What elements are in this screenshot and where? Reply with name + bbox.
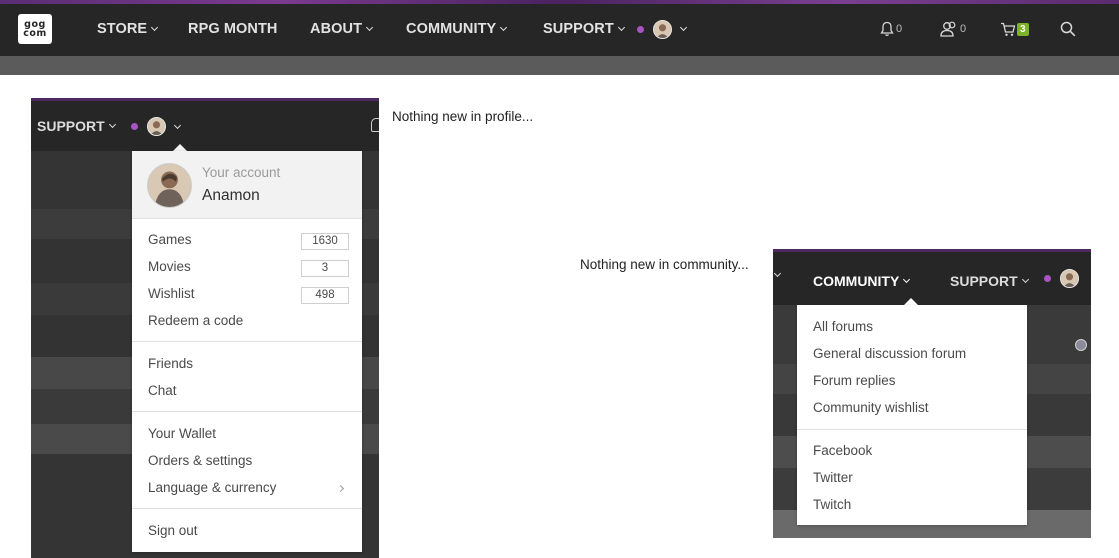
nav-support[interactable]: SUPPORT	[950, 273, 1029, 289]
account-label: Your account	[202, 165, 281, 180]
menu-item-wishlist[interactable]: Wishlist	[148, 286, 195, 301]
nav-support-label: SUPPORT	[950, 273, 1018, 289]
menu-item-sign-out[interactable]: Sign out	[148, 523, 198, 538]
chevron-down-icon	[773, 269, 782, 278]
community-status-note: Nothing new in community...	[580, 257, 749, 272]
nav-community-label: COMMUNITY	[406, 21, 497, 37]
username: Anamon	[202, 187, 260, 204]
menu-item-general-discussion[interactable]: General discussion forum	[813, 346, 966, 361]
nav-account[interactable]	[131, 117, 182, 136]
nav-support[interactable]: SUPPORT	[37, 118, 116, 134]
notifications-count: 0	[896, 23, 903, 35]
nav-support[interactable]: SUPPORT	[543, 20, 625, 38]
search-button[interactable]	[1060, 20, 1076, 38]
chevron-down-icon	[173, 121, 182, 129]
nav-store[interactable]: STORE	[97, 20, 159, 38]
chevron-down-icon	[617, 23, 625, 32]
menu-item-twitter[interactable]: Twitter	[813, 470, 853, 485]
top-navigation-bar: gog com STORE RPG MONTH ABOUT COMMUNITY …	[0, 0, 1119, 56]
nav-about[interactable]: ABOUT	[310, 20, 374, 38]
menu-divider	[132, 508, 362, 509]
notifications-button[interactable]: 0	[880, 20, 902, 38]
new-activity-dot-icon	[131, 123, 138, 130]
chevron-right-icon	[336, 484, 345, 493]
logo-text-bottom: com	[23, 28, 47, 39]
nav-rpg-month-label: RPG MONTH	[188, 21, 278, 37]
cart-count-badge: 3	[1017, 22, 1029, 36]
menu-item-facebook[interactable]: Facebook	[813, 443, 872, 458]
bell-icon	[880, 21, 894, 37]
profile-menu-preview: SUPPORT Your account Anamon Games 1630 M…	[31, 98, 379, 558]
cart-icon	[1001, 22, 1016, 36]
avatar	[653, 19, 672, 39]
clock-icon	[1075, 339, 1087, 351]
new-activity-dot-icon	[1044, 275, 1051, 282]
menu-item-all-forums[interactable]: All forums	[813, 319, 873, 334]
nav-community[interactable]: COMMUNITY	[813, 273, 911, 289]
avatar	[147, 163, 192, 208]
chevron-down-icon	[366, 23, 374, 32]
nav-support-label: SUPPORT	[543, 21, 614, 37]
community-menu-preview: COMMUNITY SUPPORT All forums General dis…	[773, 249, 1091, 538]
nav-support-label: SUPPORT	[37, 118, 105, 134]
bell-icon[interactable]	[371, 118, 379, 132]
menu-item-twitch[interactable]: Twitch	[813, 497, 851, 512]
menu-divider	[132, 411, 362, 412]
menu-item-forum-replies[interactable]: Forum replies	[813, 373, 896, 388]
chevron-down-icon	[679, 23, 688, 32]
search-icon	[1060, 21, 1076, 37]
chevron-down-icon	[108, 120, 116, 129]
nav-account[interactable]	[637, 19, 688, 39]
menu-item-friends[interactable]: Friends	[148, 356, 193, 371]
account-header[interactable]: Your account Anamon	[132, 151, 362, 219]
top-accent-stripe	[0, 0, 1119, 4]
menu-item-wallet[interactable]: Your Wallet	[148, 426, 216, 441]
movies-count: 3	[301, 260, 349, 277]
friends-button[interactable]: 0	[940, 20, 966, 38]
panel-header-bar: COMMUNITY SUPPORT	[773, 252, 1091, 305]
chevron-down-icon	[500, 23, 508, 32]
nav-rpg-month[interactable]: RPG MONTH	[188, 20, 278, 38]
menu-item-language-currency[interactable]: Language & currency	[148, 480, 276, 495]
friends-icon	[940, 21, 956, 37]
profile-status-note: Nothing new in profile...	[392, 109, 534, 124]
wishlist-count: 498	[301, 287, 349, 304]
community-dropdown: All forums General discussion forum Foru…	[797, 305, 1027, 525]
cart-button[interactable]: 3	[1000, 20, 1029, 38]
games-count: 1630	[301, 233, 349, 250]
panel-header-bar: SUPPORT	[31, 101, 379, 151]
nav-community[interactable]: COMMUNITY	[406, 20, 508, 38]
nav-about-label: ABOUT	[310, 21, 363, 37]
menu-item-orders-settings[interactable]: Orders & settings	[148, 453, 252, 468]
menu-item-community-wishlist[interactable]: Community wishlist	[813, 400, 929, 415]
chevron-down-icon	[151, 23, 159, 32]
menu-divider	[797, 429, 1027, 430]
chevron-down-icon	[903, 275, 911, 284]
avatar	[1060, 269, 1079, 288]
nav-account[interactable]	[1044, 269, 1079, 288]
profile-dropdown: Your account Anamon Games 1630 Movies 3 …	[132, 151, 362, 552]
dropdown-caret	[904, 298, 918, 305]
avatar	[147, 117, 166, 136]
menu-item-movies[interactable]: Movies	[148, 259, 191, 274]
menu-item-chat[interactable]: Chat	[148, 383, 177, 398]
menu-item-games[interactable]: Games	[148, 232, 192, 247]
chevron-down-icon	[1021, 275, 1029, 284]
new-activity-dot-icon	[637, 25, 644, 33]
menu-item-redeem-code[interactable]: Redeem a code	[148, 313, 243, 328]
gog-logo[interactable]: gog com	[18, 14, 52, 44]
sub-navigation-bar	[0, 56, 1119, 75]
nav-community-label: COMMUNITY	[813, 273, 900, 289]
nav-store-label: STORE	[97, 21, 148, 37]
dropdown-caret	[173, 144, 187, 151]
friends-count: 0	[960, 23, 967, 35]
menu-divider	[132, 341, 362, 342]
